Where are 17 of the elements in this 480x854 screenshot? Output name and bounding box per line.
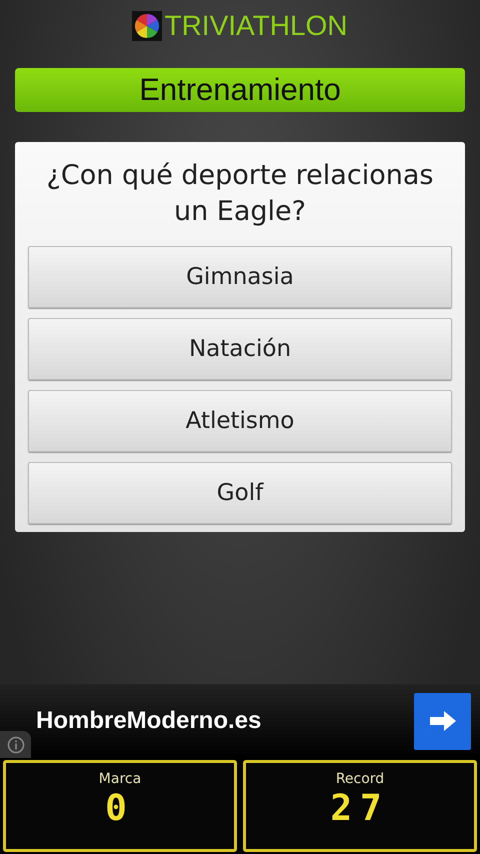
arrow-right-icon	[428, 709, 458, 733]
info-icon	[6, 736, 24, 754]
question-text: ¿Con qué deporte relacionas un Eagle?	[46, 159, 434, 229]
answer-button[interactable]: Atletismo	[28, 390, 452, 452]
wheel-logo-icon	[132, 11, 162, 41]
answer-button[interactable]: Gimnasia	[28, 246, 452, 308]
app-title: TRIVIATHLON	[164, 10, 348, 42]
score-label: Record	[336, 771, 384, 787]
answer-button[interactable]: Natación	[28, 318, 452, 380]
score-value: 0	[105, 787, 135, 831]
ad-go-button[interactable]	[414, 692, 471, 750]
info-button[interactable]	[0, 731, 31, 758]
answer-button[interactable]: Golf	[28, 462, 452, 524]
score-value: 27	[330, 787, 390, 831]
mode-banner: Entrenamiento	[15, 68, 465, 112]
score-label: Marca	[98, 771, 142, 787]
ad-text[interactable]: HombreModerno.es	[36, 707, 414, 735]
